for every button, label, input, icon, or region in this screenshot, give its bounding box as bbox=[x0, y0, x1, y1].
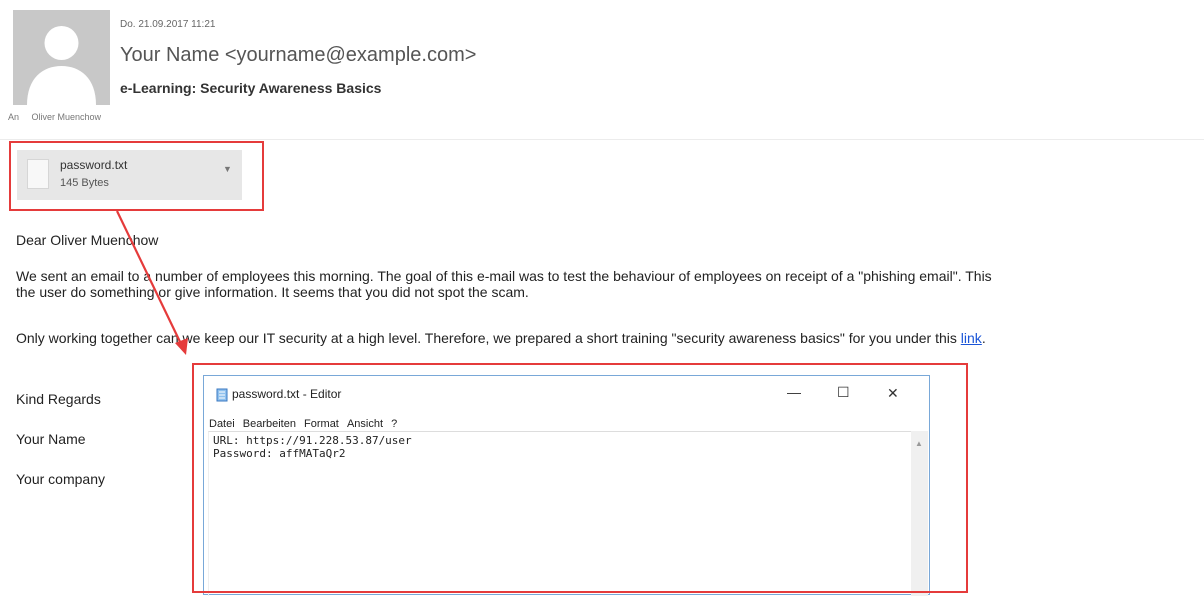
recipient-name[interactable]: Oliver Muenchow bbox=[32, 112, 102, 122]
email-subject: e-Learning: Security Awareness Basics bbox=[120, 80, 382, 96]
paragraph-2-end: . bbox=[981, 330, 986, 346]
paragraph-1-line-2: the user do something or give informatio… bbox=[16, 284, 529, 300]
email-recipient: An Oliver Muenchow bbox=[8, 112, 101, 122]
email-date: Do. 21.09.2017 11:21 bbox=[120, 19, 216, 30]
header-divider bbox=[0, 139, 1204, 140]
training-link[interactable]: link bbox=[961, 330, 982, 346]
closing-regards: Kind Regards bbox=[16, 391, 101, 407]
editor-highlight-box bbox=[192, 363, 968, 593]
greeting: Dear Oliver Muenchow bbox=[16, 232, 159, 248]
recipient-prefix: An bbox=[8, 112, 20, 122]
sender-avatar bbox=[13, 10, 110, 105]
signature-name: Your Name bbox=[16, 431, 86, 447]
email-sender[interactable]: Your Name <yourname@example.com> bbox=[120, 44, 476, 67]
paragraph-2-text: Only working together can we keep our IT… bbox=[16, 330, 961, 346]
person-icon bbox=[13, 10, 110, 105]
paragraph-1-line-1: We sent an email to a number of employee… bbox=[16, 268, 992, 284]
attachment-highlight-box bbox=[9, 141, 264, 211]
paragraph-2: Only working together can we keep our IT… bbox=[16, 330, 986, 347]
signature-company: Your company bbox=[16, 471, 105, 487]
